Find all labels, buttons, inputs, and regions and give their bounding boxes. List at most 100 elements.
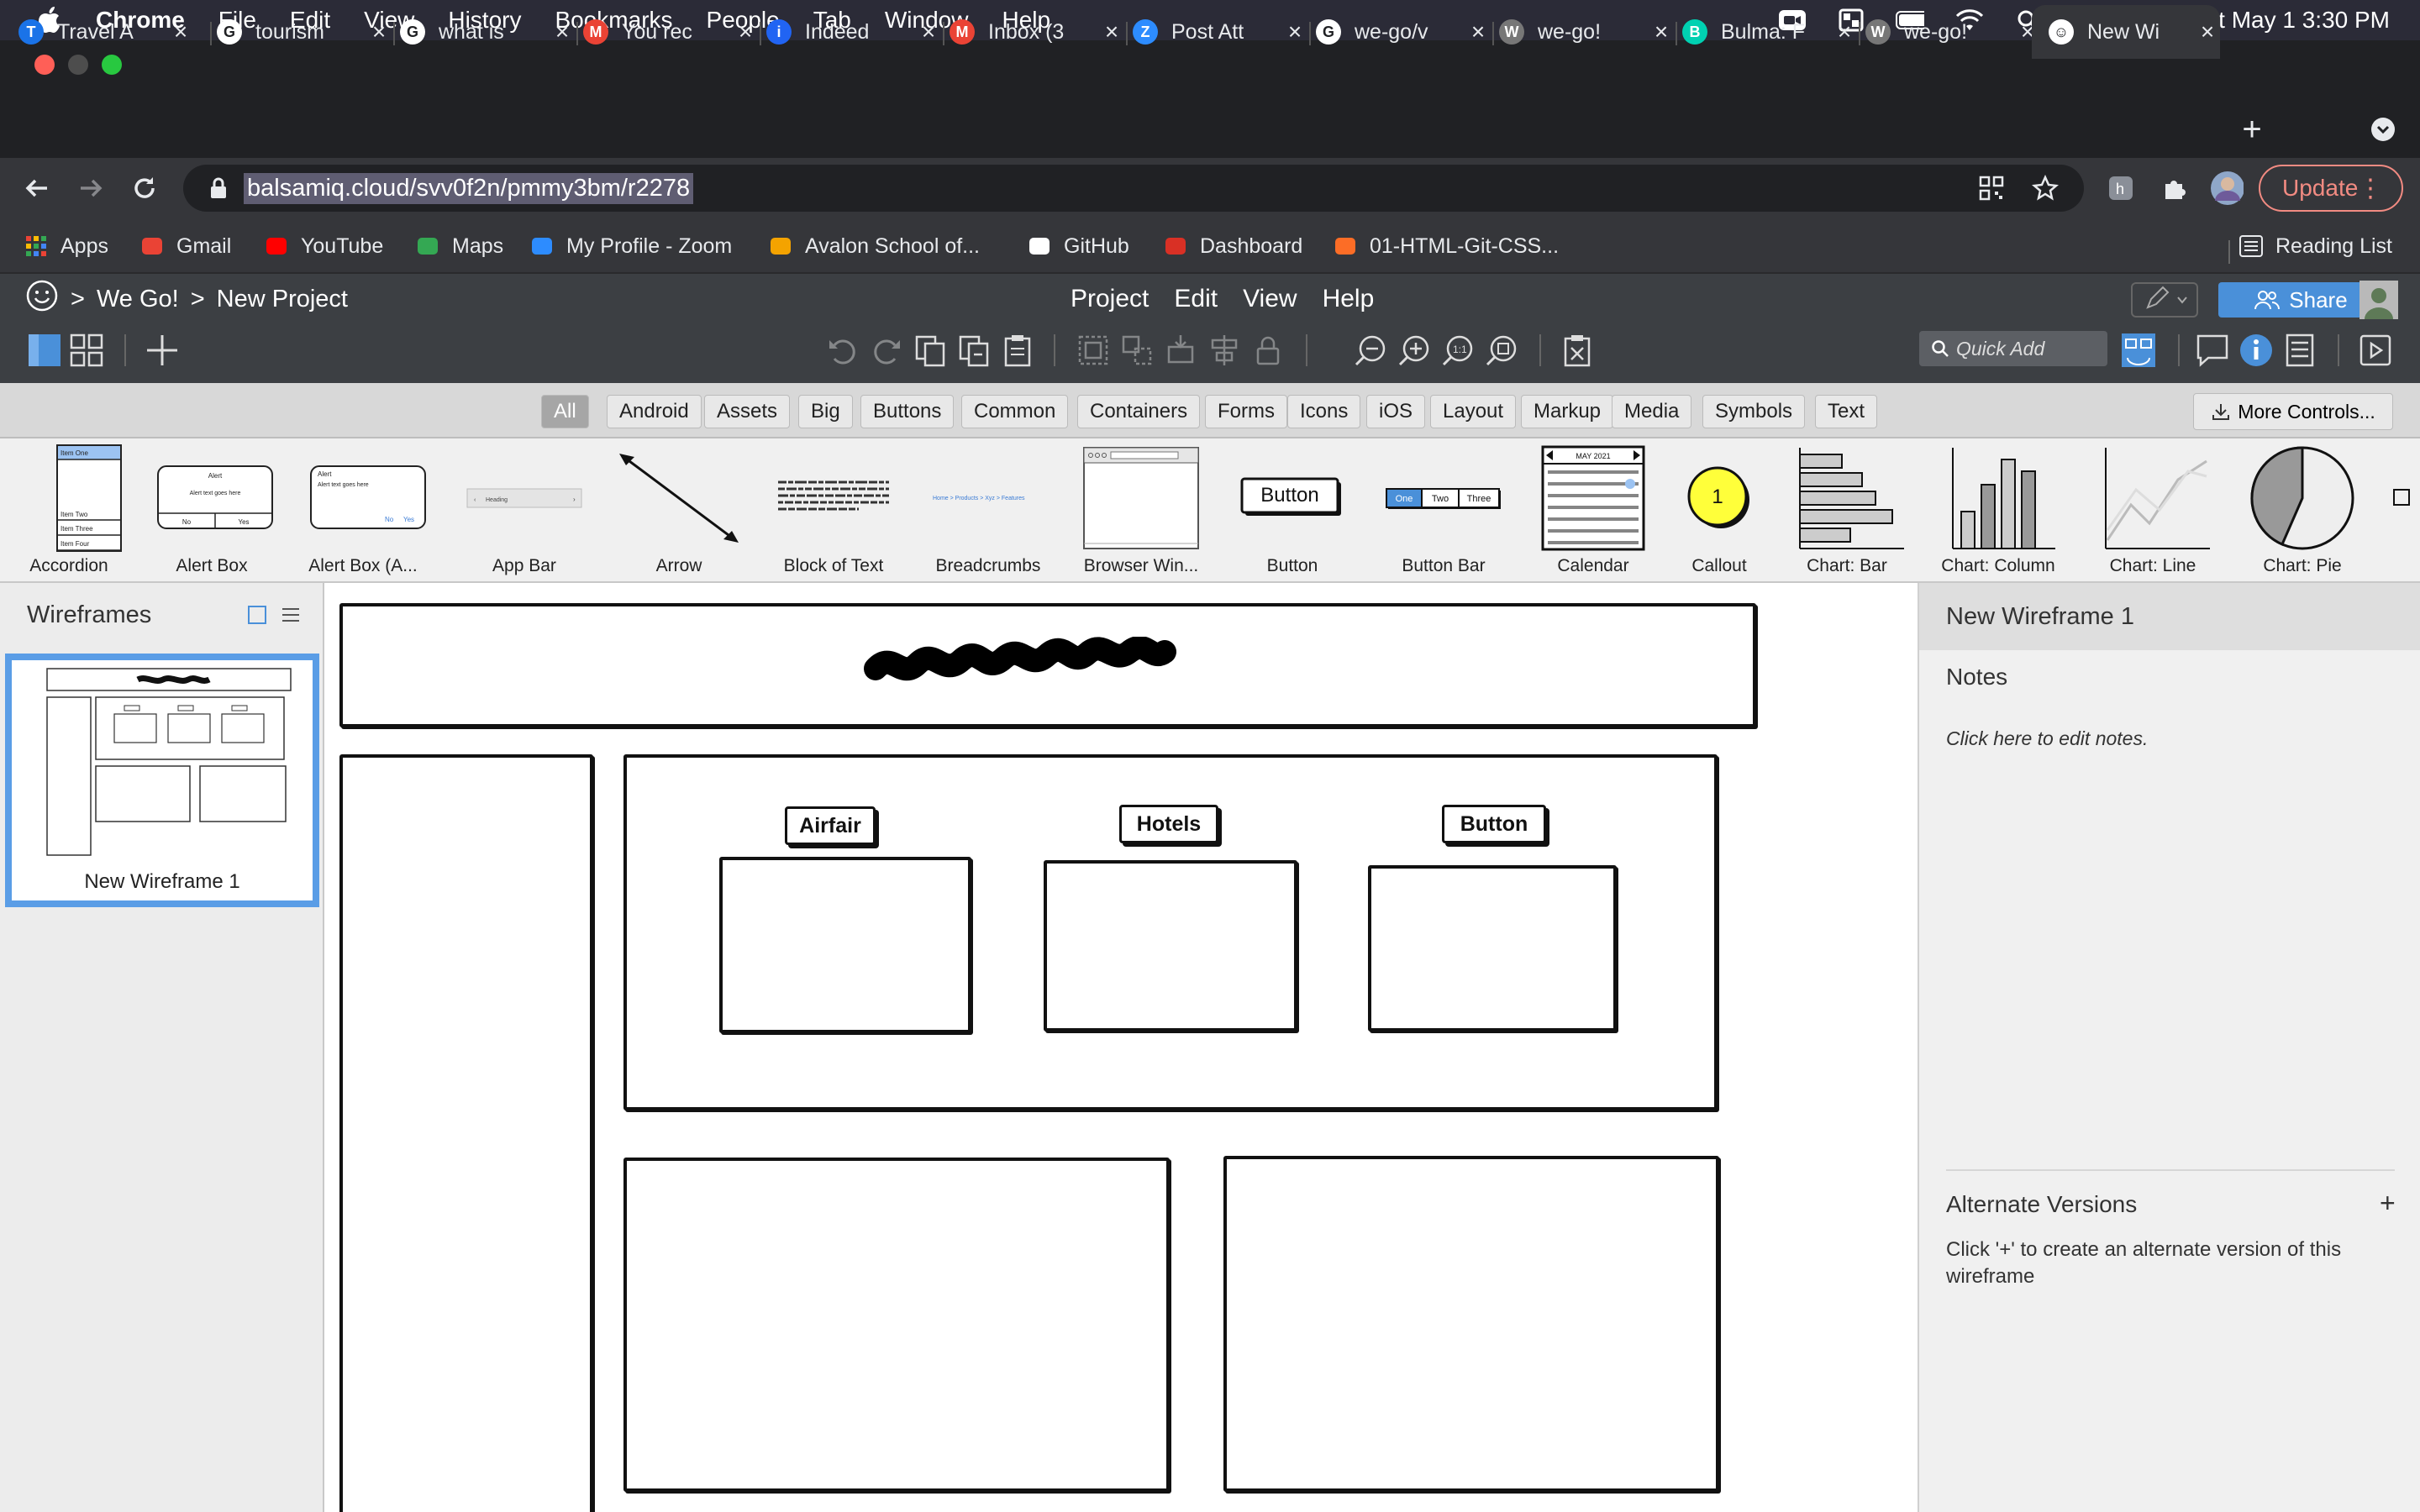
forward-icon[interactable] (74, 171, 108, 205)
arrange-icon[interactable] (1161, 331, 1200, 370)
bottom-right-container[interactable] (1223, 1156, 1719, 1492)
duplicate-icon[interactable] (955, 331, 993, 370)
library-item-breadcrumbs[interactable]: Home > Products > Xyz > Features Breadcr… (921, 444, 1055, 578)
reload-icon[interactable] (128, 171, 161, 205)
more-controls-button[interactable]: More Controls... (2193, 393, 2393, 430)
breadcrumb-page[interactable]: New Project (217, 286, 348, 313)
filter-symbols[interactable]: Symbols (1702, 395, 1806, 428)
reading-list-button[interactable]: Reading List (2238, 232, 2392, 260)
extension-h-icon[interactable]: h (2104, 171, 2138, 205)
tab-search-icon[interactable] (2366, 113, 2400, 146)
browser-tab[interactable]: M Inbox (3 × (950, 8, 1124, 55)
browser-tab[interactable]: Z Post Att × (1133, 8, 1307, 55)
library-item-alert-box-alt[interactable]: Alert Alert text goes here No Yes Alert … (301, 444, 435, 578)
bookmark-item[interactable]: 01-HTML-Git-CSS... (1333, 232, 1559, 260)
browser-tab[interactable]: Gtourism × (217, 8, 392, 55)
back-icon[interactable] (20, 171, 54, 205)
library-item-block-of-text[interactable]: Block of Text (766, 444, 901, 578)
hotels-button[interactable]: Hotels (1119, 805, 1218, 843)
browser-tab[interactable]: Wwe-go! × (1499, 8, 1674, 55)
ungroup-icon[interactable] (1118, 331, 1156, 370)
align-icon[interactable] (1205, 331, 1244, 370)
browser-tab[interactable]: Wwe-go! × (1865, 8, 2040, 55)
add-wireframe-icon[interactable] (143, 331, 182, 370)
sidebar-container[interactable] (339, 754, 593, 1512)
delete-icon[interactable] (1558, 331, 1597, 370)
bookmark-item[interactable]: Avalon School of... (768, 232, 980, 260)
card-image-placeholder[interactable] (1368, 865, 1617, 1032)
browser-tab[interactable]: Gwe-go/v × (1316, 8, 1491, 55)
update-button[interactable]: Update ⋮ (2259, 165, 2403, 212)
button-button[interactable]: Button (1442, 805, 1546, 843)
bookmark-item[interactable]: GitHub (1027, 232, 1129, 260)
library-item-chart-bar[interactable]: Chart: Bar (1780, 444, 1914, 578)
wireframe-title[interactable]: New Wireframe 1 (1919, 583, 2420, 650)
bookmark-star-icon[interactable] (2028, 171, 2062, 205)
filter-media[interactable]: Media (1612, 395, 1692, 428)
library-item-chart-pie[interactable]: Chart: Pie (2235, 444, 2370, 578)
library-item-app-bar[interactable]: ‹ Heading › App Bar (457, 444, 592, 578)
new-tab-icon[interactable]: + (2235, 111, 2269, 148)
add-alternate-version-button[interactable]: + (2380, 1188, 2396, 1219)
zoom-actual-size-icon[interactable]: 1:1 (1439, 331, 1477, 370)
card-image-placeholder[interactable] (1044, 860, 1297, 1032)
browser-tab[interactable]: M You rec × (583, 8, 758, 55)
comments-icon[interactable] (2193, 331, 2232, 370)
tab-close-icon[interactable]: × (550, 18, 575, 45)
tab-close-icon[interactable]: × (1099, 18, 1124, 45)
breadcrumb-project[interactable]: We Go! (97, 286, 179, 313)
info-icon[interactable] (2237, 331, 2275, 370)
redo-icon[interactable] (867, 331, 906, 370)
library-item-button[interactable]: Button Button (1225, 444, 1360, 578)
grid-view-icon[interactable] (67, 331, 106, 370)
menu-edit[interactable]: Edit (1174, 285, 1218, 313)
browser-tab[interactable]: ☺ New Wi × (2032, 5, 2220, 59)
menu-help[interactable]: Help (1323, 285, 1375, 313)
thumbnail-view-icon[interactable] (247, 605, 267, 629)
extensions-puzzle-icon[interactable] (2158, 171, 2191, 205)
library-item-accordion[interactable]: Item One Item Two Item Three Item Four A… (12, 444, 146, 578)
library-item-chart-column[interactable]: Chart: Column (1931, 444, 2065, 578)
filter-markup[interactable]: Markup (1521, 395, 1614, 428)
close-window-button[interactable] (34, 55, 55, 75)
tab-close-icon[interactable]: × (916, 18, 941, 45)
address-bar[interactable]: balsamiq.cloud/svv0f2n/pmmy3bm/r2278 (183, 165, 2084, 212)
presentation-mode-icon[interactable] (2356, 331, 2395, 370)
list-view-icon[interactable] (281, 605, 301, 629)
filter-big[interactable]: Big (798, 395, 853, 428)
zoom-fit-icon[interactable] (1482, 331, 1521, 370)
profile-avatar-icon[interactable] (2210, 171, 2244, 205)
tab-close-icon[interactable]: × (1832, 18, 1857, 45)
browser-tab[interactable]: T Travel A × (18, 8, 193, 55)
paste-icon[interactable] (998, 331, 1037, 370)
copy-icon[interactable] (911, 331, 950, 370)
balsamiq-logo-icon[interactable] (25, 279, 59, 319)
notes-edit-field[interactable]: Click here to edit notes. (1946, 727, 2148, 750)
url-text[interactable]: balsamiq.cloud/svv0f2n/pmmy3bm/r2278 (244, 172, 694, 204)
menu-project[interactable]: Project (1071, 285, 1149, 313)
browser-tab[interactable]: Gwhat is × (400, 8, 575, 55)
library-item-partial[interactable] (2393, 489, 2410, 506)
minimize-window-button[interactable] (68, 55, 88, 75)
tab-close-icon[interactable]: × (366, 18, 392, 45)
tab-close-icon[interactable]: × (168, 18, 193, 45)
filter-common[interactable]: Common (961, 395, 1069, 428)
menu-view[interactable]: View (1243, 285, 1297, 313)
tab-close-icon[interactable]: × (1465, 18, 1491, 45)
filter-icons[interactable]: Icons (1287, 395, 1361, 428)
bottom-left-container[interactable] (623, 1158, 1170, 1492)
filter-layout[interactable]: Layout (1430, 395, 1517, 428)
filter-buttons[interactable]: Buttons (860, 395, 955, 428)
edit-mode-dropdown[interactable] (2131, 282, 2198, 318)
group-icon[interactable] (1074, 331, 1113, 370)
wireframe-thumbnail[interactable]: New Wireframe 1 (5, 654, 319, 907)
share-button[interactable]: Share (2218, 282, 2383, 318)
tab-close-icon[interactable]: × (1649, 18, 1674, 45)
filter-containers[interactable]: Containers (1077, 395, 1201, 428)
bookmark-item[interactable]: Apps (24, 232, 108, 260)
qr-code-icon[interactable] (1975, 171, 2008, 205)
user-avatar[interactable] (2360, 281, 2398, 319)
list-view-icon[interactable] (25, 331, 64, 370)
browser-tab[interactable]: B Bulma: F × (1682, 8, 1857, 55)
tab-close-icon[interactable]: × (1282, 18, 1307, 45)
